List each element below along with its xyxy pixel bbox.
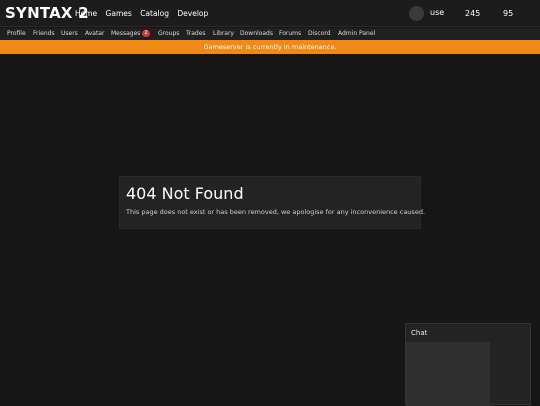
username[interactable]: use [430, 8, 444, 17]
chat-panel[interactable]: Chat [405, 323, 531, 406]
nav-catalog[interactable]: Catalog [140, 9, 169, 18]
chat-list[interactable] [406, 342, 490, 406]
subnav-users[interactable]: Users [61, 30, 78, 37]
currency-count-2[interactable]: 95 [503, 9, 513, 18]
subnav-trades[interactable]: Trades [186, 30, 206, 37]
subnav-downloads[interactable]: Downloads [240, 30, 273, 37]
subnav-library[interactable]: Library [213, 30, 234, 37]
subnav-groups[interactable]: Groups [158, 30, 179, 37]
subnav-discord[interactable]: Discord [308, 30, 331, 37]
error-card: 404 Not Found This page does not exist o… [119, 176, 425, 229]
subnav-messages-label: Messages [111, 30, 141, 37]
subnav-admin-panel[interactable]: Admin Panel [338, 30, 375, 37]
secondary-nav: Profile Friends Users Avatar Messages 2 G… [0, 28, 540, 40]
error-title: 404 Not Found [126, 184, 244, 203]
subnav-messages[interactable]: Messages 2 [111, 30, 150, 37]
nav-games[interactable]: Games [106, 9, 132, 18]
subnav-friends[interactable]: Friends [33, 30, 55, 37]
chat-title[interactable]: Chat [411, 329, 427, 337]
top-bar: SYNTAX 2 Home Games Catalog Develop use … [0, 0, 540, 27]
messages-badge: 2 [142, 30, 150, 37]
maintenance-banner: Gameserver is currently in maintenance. [0, 40, 540, 54]
avatar[interactable] [409, 6, 424, 21]
currency-count-1[interactable]: 245 [465, 9, 480, 18]
nav-develop[interactable]: Develop [177, 9, 208, 18]
subnav-forums[interactable]: Forums [279, 30, 301, 37]
main-nav: Home Games Catalog Develop [75, 9, 214, 18]
subnav-profile[interactable]: Profile [7, 30, 26, 37]
subnav-avatar[interactable]: Avatar [85, 30, 104, 37]
nav-home[interactable]: Home [75, 9, 97, 18]
error-message: This page does not exist or has been rem… [126, 208, 426, 216]
